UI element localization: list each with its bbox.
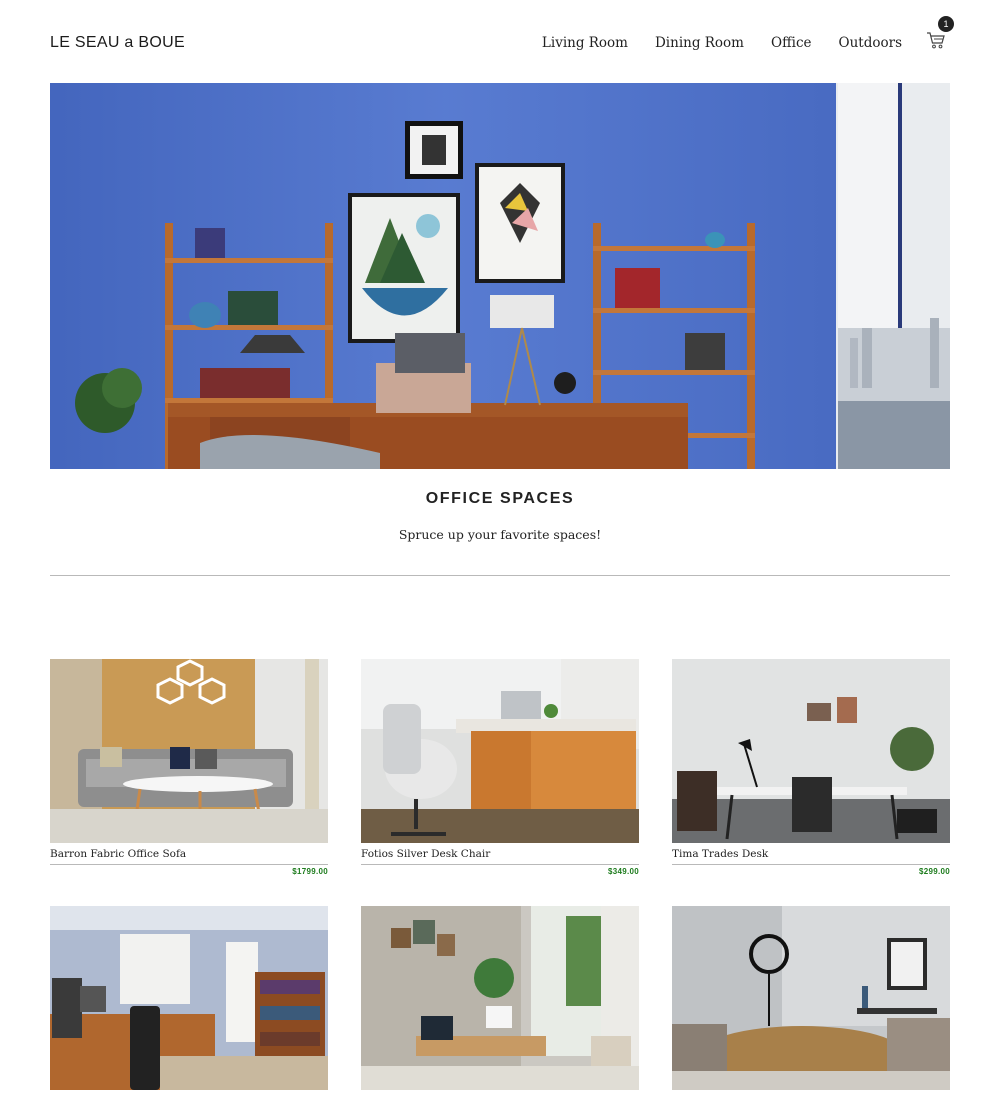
brand-logo[interactable]: LE SEAU a BOUE bbox=[50, 34, 185, 52]
section-title: OFFICE SPACES bbox=[425, 490, 575, 507]
product-card[interactable] bbox=[50, 906, 328, 1099]
product-divider bbox=[361, 864, 639, 865]
product-name[interactable] bbox=[672, 1095, 950, 1099]
product-name[interactable] bbox=[50, 1095, 328, 1099]
product-name[interactable]: Tima Trades Desk bbox=[672, 848, 950, 861]
product-name[interactable]: Barron Fabric Office Sofa bbox=[50, 848, 328, 861]
product-divider bbox=[672, 864, 950, 865]
main-nav: Living Room Dining Room Office Outdoors bbox=[542, 35, 902, 51]
product-price: $1799.00 bbox=[292, 867, 328, 876]
product-divider bbox=[50, 864, 328, 865]
product-name[interactable]: Fotios Silver Desk Chair bbox=[361, 848, 639, 861]
nav-outdoors[interactable]: Outdoors bbox=[839, 35, 902, 51]
site-header: LE SEAU a BOUE Living Room Dining Room O… bbox=[50, 0, 954, 83]
product-image-sofa[interactable] bbox=[50, 659, 328, 843]
product-card[interactable]: Barron Fabric Office Sofa $1799.00 bbox=[50, 659, 328, 876]
product-grid: Barron Fabric Office Sofa $1799.00 Fotio… bbox=[50, 659, 950, 1099]
product-card[interactable]: Fotios Silver Desk Chair $349.00 bbox=[361, 659, 639, 876]
product-card[interactable] bbox=[672, 906, 950, 1099]
cart-icon bbox=[927, 32, 945, 49]
product-image-meeting-room[interactable] bbox=[672, 906, 950, 1090]
hero-image bbox=[50, 83, 950, 469]
cart-button[interactable]: 1 bbox=[926, 16, 954, 50]
section-subtitle: Spruce up your favorite spaces! bbox=[398, 527, 602, 542]
product-card[interactable]: Tima Trades Desk $299.00 bbox=[672, 659, 950, 876]
product-card[interactable] bbox=[361, 906, 639, 1099]
section-divider bbox=[50, 575, 950, 576]
product-image-desk-chair[interactable] bbox=[361, 659, 639, 843]
cart-count-badge: 1 bbox=[938, 16, 954, 32]
product-price: $349.00 bbox=[607, 867, 639, 876]
nav-dining-room[interactable]: Dining Room bbox=[655, 35, 744, 51]
nav-office[interactable]: Office bbox=[771, 35, 812, 51]
product-name[interactable] bbox=[361, 1095, 639, 1099]
product-image-desk[interactable] bbox=[672, 659, 950, 843]
product-price: $299.00 bbox=[918, 867, 950, 876]
product-image-workspace[interactable] bbox=[361, 906, 639, 1090]
nav-living-room[interactable]: Living Room bbox=[542, 35, 628, 51]
product-image-office-room[interactable] bbox=[50, 906, 328, 1090]
